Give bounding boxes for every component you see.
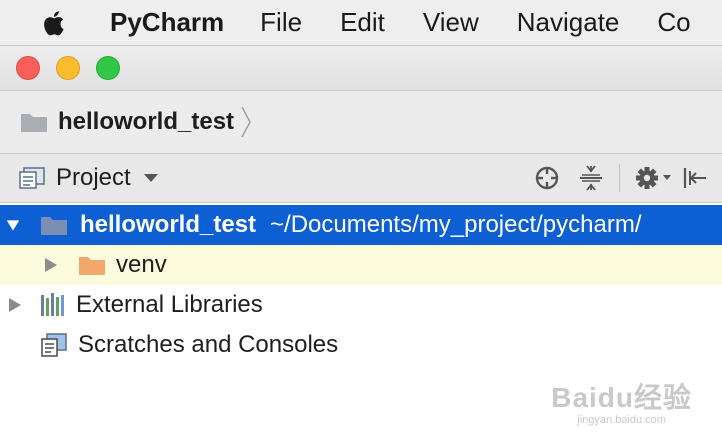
gear-icon[interactable] [634,164,674,192]
chevron-right-icon [240,105,252,139]
menu-edit[interactable]: Edit [340,7,385,38]
project-tree: helloworld_test ~/Documents/my_project/p… [0,203,722,442]
apple-icon[interactable] [40,8,70,38]
tree-row-root[interactable]: helloworld_test ~/Documents/my_project/p… [0,205,722,245]
chevron-down-icon[interactable] [143,173,159,183]
menu-navigate[interactable]: Navigate [517,7,620,38]
hide-icon[interactable] [682,165,708,191]
collapsed-arrow-icon[interactable] [8,297,22,313]
watermark-logo: Baidu经验 [551,382,692,413]
library-icon [40,292,68,318]
locate-icon[interactable] [533,164,561,192]
baidu-watermark: Baidu经验 jingyan.baidu.com [551,376,692,426]
scratches-icon [40,332,68,358]
menu-app-pycharm[interactable]: PyCharm [110,7,224,38]
close-button[interactable] [16,56,40,80]
root-folder-path: ~/Documents/my_project/pycharm/ [270,211,642,238]
venv-folder-name: venv [116,251,167,278]
scratches-label: Scratches and Consoles [78,331,339,358]
collapse-all-icon[interactable] [577,164,605,192]
folder-icon [20,111,48,133]
minimize-button[interactable] [56,56,80,80]
collapsed-arrow-icon[interactable] [44,257,58,273]
menu-file[interactable]: File [260,7,302,38]
project-view-selector[interactable]: Project [56,164,131,192]
project-tool-header: Project [0,154,722,203]
toolbar-divider [619,164,620,192]
project-view-icon [18,166,46,190]
folder-icon [40,214,68,236]
folder-icon [78,254,106,276]
menu-view[interactable]: View [423,7,479,38]
external-libraries-label: External Libraries [76,291,263,318]
navigation-bar: helloworld_test [0,91,722,154]
window-title-bar [0,46,722,91]
menu-code[interactable]: Co [657,7,690,38]
tool-window-actions [533,154,722,202]
pycharm-window: PyCharm File Edit View Navigate Co hello… [0,0,722,442]
expanded-arrow-icon[interactable] [6,217,20,233]
root-folder-name: helloworld_test [80,211,257,238]
tree-row-venv[interactable]: venv [0,245,722,285]
tree-row-scratches[interactable]: Scratches and Consoles [0,325,722,365]
menu-bar: PyCharm File Edit View Navigate Co [0,0,722,46]
zoom-button[interactable] [96,56,120,80]
tree-row-external-libraries[interactable]: External Libraries [0,285,722,325]
breadcrumb-project[interactable]: helloworld_test [58,108,234,136]
